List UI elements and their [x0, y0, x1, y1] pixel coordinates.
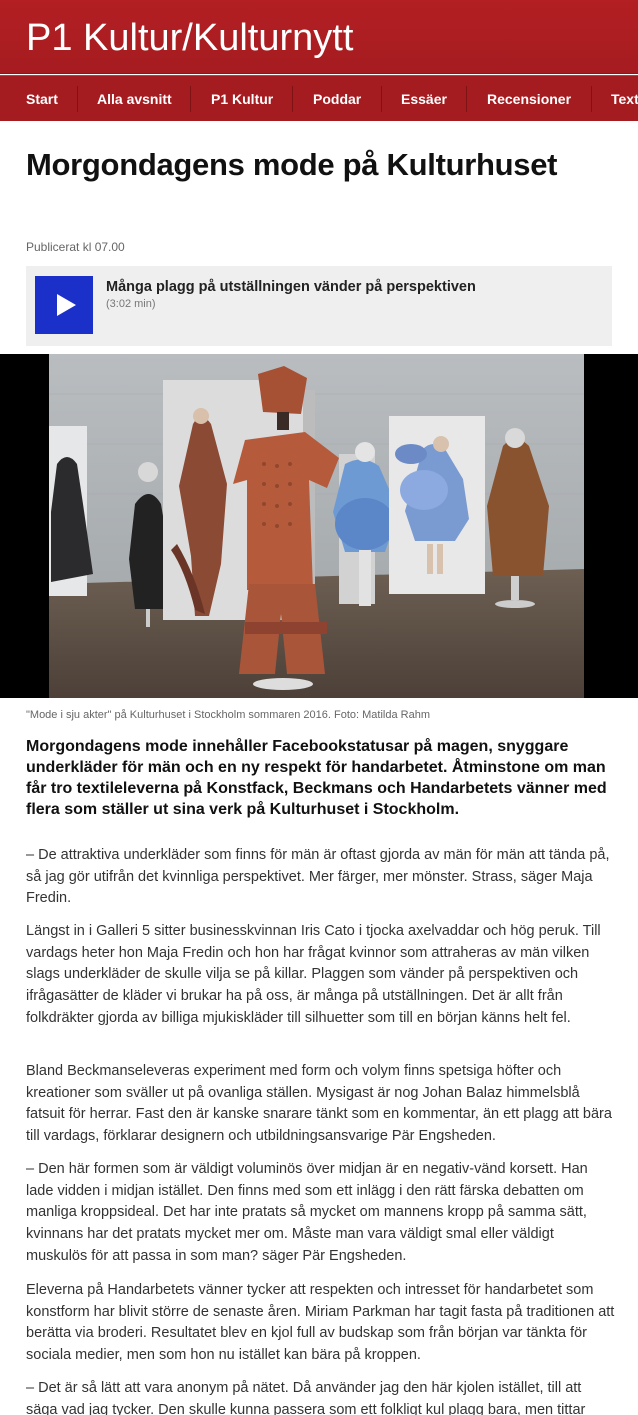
image-caption: "Mode i sju akter" på Kulturhuset i Stoc…	[26, 709, 430, 721]
article-paragraph: Eleverna på Handarbetets vänner tycker a…	[26, 1282, 615, 1364]
article-paragraph: – Det är så lätt att vara anonym på näte…	[26, 1380, 586, 1415]
nav-item-alla-avsnitt[interactable]: Alla avsnitt	[97, 76, 172, 121]
site-title[interactable]: P1 Kultur/Kulturnytt	[26, 16, 353, 60]
play-button[interactable]	[35, 276, 93, 334]
exhibition-photo	[49, 354, 584, 698]
audio-title[interactable]: Många plagg på utställningen vänder på p…	[106, 278, 596, 296]
article-paragraph: – Den här formen som är väldigt voluminö…	[26, 1161, 588, 1264]
nav-item-start[interactable]: Start	[26, 76, 58, 121]
article-image	[0, 354, 638, 698]
main-nav: Start Alla avsnitt P1 Kultur Poddar Essä…	[0, 75, 638, 121]
article-paragraph: Längst in i Galleri 5 sitter businesskvi…	[26, 923, 601, 1026]
nav-divider	[466, 86, 467, 112]
article-paragraph: – De attraktiva underkläder som finns fö…	[26, 847, 610, 907]
site-header: P1 Kultur/Kulturnytt	[0, 0, 638, 74]
nav-divider	[190, 86, 191, 112]
nav-item-p1-kultur[interactable]: P1 Kultur	[211, 76, 273, 121]
play-icon	[57, 294, 76, 316]
article-lead: Morgondagens mode innehåller Facebooksta…	[26, 738, 607, 818]
nav-item-poddar[interactable]: Poddar	[313, 76, 361, 121]
article-paragraph: Bland Beckmanseleveras experiment med fo…	[26, 1063, 612, 1145]
nav-item-essaer[interactable]: Essäer	[401, 76, 447, 121]
nav-divider	[292, 86, 293, 112]
nav-divider	[381, 86, 382, 112]
nav-item-text[interactable]: Text	[611, 76, 638, 121]
nav-divider	[591, 86, 592, 112]
audio-player[interactable]: Många plagg på utställningen vänder på p…	[26, 266, 612, 346]
publish-time: Publicerat kl 07.00	[26, 240, 125, 254]
article-headline: Morgondagens mode på Kulturhuset	[26, 147, 558, 182]
nav-item-recensioner[interactable]: Recensioner	[487, 76, 571, 121]
nav-divider	[77, 86, 78, 112]
audio-duration: (3:02 min)	[106, 298, 156, 310]
